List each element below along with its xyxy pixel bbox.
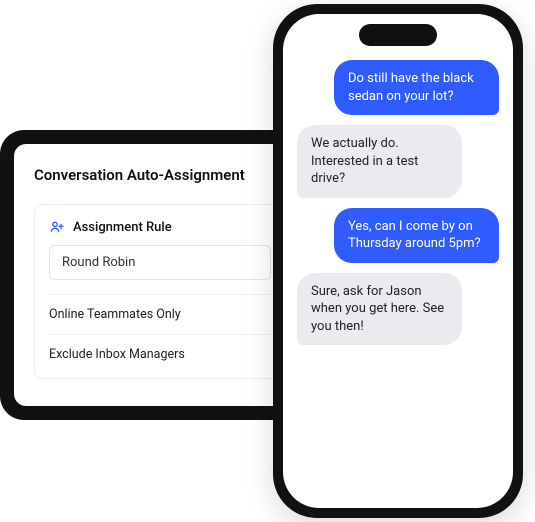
chat-bubble-received: Sure, ask for Jason when you get here. S… [297,273,462,346]
phone-screen: Do still have the black sedan on your lo… [283,14,513,508]
chat-bubble-sent: Yes, can I come by on Thursday around 5p… [334,208,499,263]
settings-panel: Assignment Rule Round Robin Online Teamm… [34,204,286,379]
chat-bubble-received: We actually do. Interested in a test dri… [297,125,462,198]
phone-frame: Do still have the black sedan on your lo… [273,4,523,518]
user-plus-icon [49,219,65,235]
phone-notch [359,24,437,46]
assignment-rule-header: Assignment Rule [49,219,271,235]
chat-thread: Do still have the black sedan on your lo… [297,52,499,345]
option-online-teammates[interactable]: Online Teammates Only [49,294,271,334]
chat-bubble-sent: Do still have the black sedan on your lo… [334,60,499,115]
assignment-rule-label: Assignment Rule [73,220,172,235]
settings-tablet-frame: Conversation Auto-Assignment Assignment … [0,130,320,420]
option-exclude-managers[interactable]: Exclude Inbox Managers [49,334,271,374]
assignment-rule-select[interactable]: Round Robin [49,245,271,280]
settings-title: Conversation Auto-Assignment [34,166,286,184]
settings-screen: Conversation Auto-Assignment Assignment … [14,144,306,406]
